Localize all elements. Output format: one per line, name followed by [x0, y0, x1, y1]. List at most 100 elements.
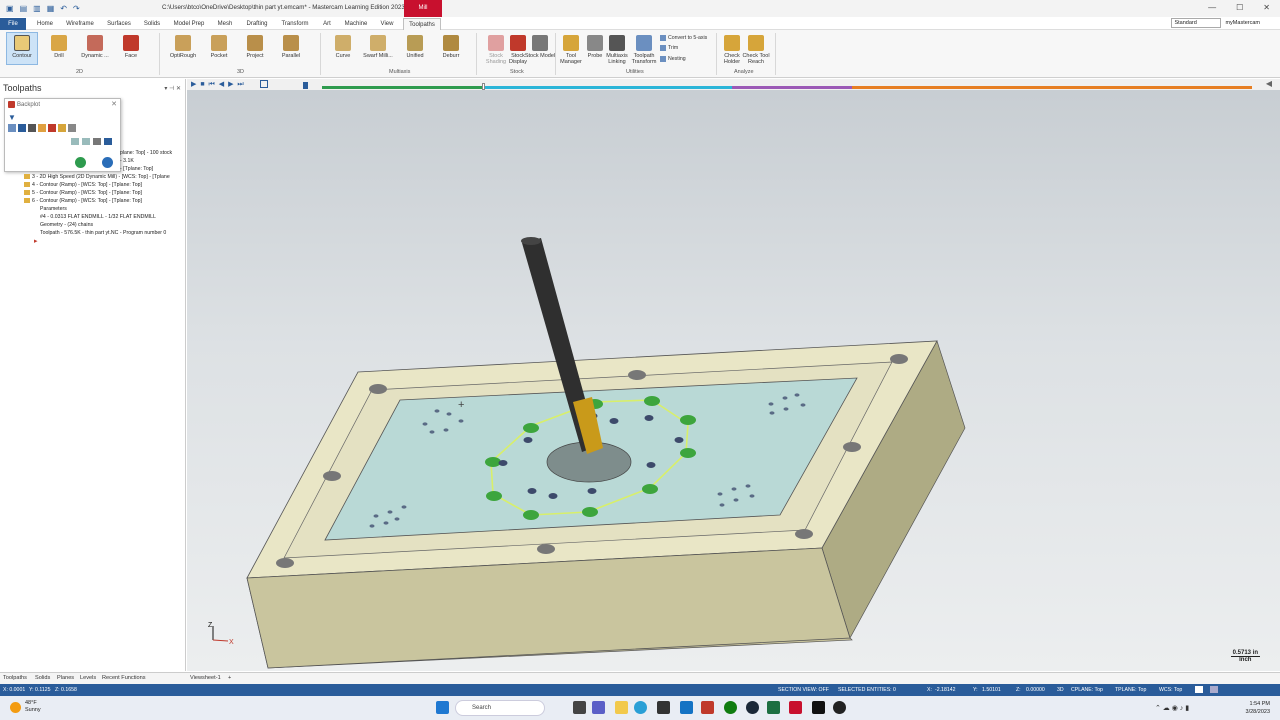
timeline-slider-handle[interactable]: [482, 83, 485, 90]
project-button[interactable]: Project: [239, 33, 271, 59]
timeline-op3[interactable]: [322, 86, 482, 89]
tab-model-prep[interactable]: Model Prep: [169, 18, 209, 30]
undo-icon[interactable]: ↶: [60, 4, 67, 13]
tab-file[interactable]: File: [0, 18, 26, 30]
windows-start-icon[interactable]: [436, 701, 449, 714]
chat-icon[interactable]: [592, 701, 605, 714]
tab-wireframe[interactable]: Wireframe: [62, 18, 98, 30]
tree-op-4[interactable]: 4 - Contour (Ramp) - [WCS: Top] - [Tplan…: [24, 182, 142, 188]
face-button[interactable]: Face: [115, 33, 147, 59]
tab-mesh[interactable]: Mesh: [212, 18, 238, 30]
toolpath-transform-button[interactable]: Toolpath Transform: [628, 33, 660, 65]
display-holder-icon[interactable]: [28, 124, 36, 132]
tree-geometry[interactable]: Geometry - (24) chains: [40, 222, 93, 228]
shield-app-icon[interactable]: [701, 701, 714, 714]
info-icon[interactable]: [68, 124, 76, 132]
display-rapid-icon[interactable]: [38, 124, 46, 132]
tree-op-3[interactable]: 3 - 2D High Speed (2D Dynamic Mill) - [W…: [24, 174, 170, 180]
system-clock[interactable]: 1:54 PM 3/28/2023: [1246, 700, 1270, 716]
store-icon[interactable]: [657, 701, 670, 714]
step-icon[interactable]: [260, 80, 268, 88]
unified-button[interactable]: Unified: [399, 33, 431, 59]
tplane-status[interactable]: TPLANE: Top: [1115, 687, 1146, 693]
trim-button[interactable]: Trim: [660, 45, 678, 51]
close-icon[interactable]: ✕: [1263, 3, 1270, 12]
mastercam-icon[interactable]: [789, 701, 802, 714]
optirough-button[interactable]: OptiRough: [167, 33, 199, 59]
tool-icon[interactable]: [58, 124, 66, 132]
pin-icon[interactable]: ▾ ⊣ ✕: [164, 85, 181, 92]
save-icon[interactable]: [104, 138, 112, 145]
edge-icon[interactable]: [634, 701, 647, 714]
wcs-status[interactable]: WCS: Top: [1159, 687, 1182, 693]
pocket-button[interactable]: Pocket: [203, 33, 235, 59]
maximize-icon[interactable]: ☐: [1236, 3, 1243, 12]
tab-recent-functions[interactable]: Recent Functions: [102, 675, 146, 681]
shading-icon[interactable]: [1210, 686, 1218, 693]
swarf-milling-button[interactable]: Swarf Milli...: [362, 33, 394, 59]
tab-view[interactable]: View: [374, 18, 400, 30]
add-viewsheet-icon[interactable]: +: [228, 675, 231, 681]
display-tool-icon[interactable]: [18, 124, 26, 132]
timeline-op4[interactable]: [482, 86, 732, 89]
timeline-start-marker[interactable]: [303, 82, 308, 89]
steam-icon[interactable]: [746, 701, 759, 714]
my-mastercam-link[interactable]: myMastercam: [1225, 20, 1260, 26]
check-tool-reach-button[interactable]: Check Tool Reach: [740, 33, 772, 65]
tree-op-6[interactable]: 6 - Contour (Ramp) - [WCS: Top] - [Tplan…: [24, 198, 142, 204]
ok-button[interactable]: [75, 157, 86, 168]
expand-arrow-icon[interactable]: ▼: [8, 113, 16, 122]
tab-transform[interactable]: Transform: [277, 18, 313, 30]
app-l-icon[interactable]: [680, 701, 693, 714]
options-icon[interactable]: [71, 138, 79, 145]
tab-solids[interactable]: Solids: [139, 18, 165, 30]
tab-planes-panel[interactable]: Planes: [57, 675, 74, 681]
minimize-icon[interactable]: —: [1208, 3, 1216, 12]
camera-icon[interactable]: [93, 138, 101, 145]
display-path-icon[interactable]: [8, 124, 16, 132]
xbox-icon[interactable]: [724, 701, 737, 714]
drill-button[interactable]: Drill: [43, 33, 75, 59]
graphics-viewport[interactable]: + Z X: [187, 79, 1280, 671]
save-as-icon[interactable]: ▥: [33, 4, 41, 13]
tree-tool[interactable]: #4 - 0.0313 FLAT ENDMILL - 1/32 FLAT END…: [40, 214, 156, 220]
tree-parameters[interactable]: Parameters: [40, 206, 67, 212]
stock-model-button[interactable]: Stock Model: [524, 33, 556, 59]
standard-select[interactable]: Standard: [1171, 18, 1222, 28]
playback-controls[interactable]: ▶ ■ ⏮ ◀ ▶ ⏭: [191, 80, 245, 89]
tab-home[interactable]: Home: [31, 18, 59, 30]
view-cube-icon[interactable]: [1195, 686, 1203, 693]
tree-toolpath[interactable]: Toolpath - 576.5K - thin part yt.NC - Pr…: [40, 230, 166, 236]
parallel-button[interactable]: Parallel: [275, 33, 307, 59]
timeline-op6[interactable]: [852, 86, 1252, 89]
open-icon[interactable]: ▤: [20, 4, 28, 13]
tab-toolpaths-panel[interactable]: Toolpaths: [3, 675, 27, 681]
tab-drafting[interactable]: Drafting: [241, 18, 273, 30]
filter-icon[interactable]: [82, 138, 90, 145]
tab-surfaces[interactable]: Surfaces: [102, 18, 136, 30]
tab-machine[interactable]: Machine: [341, 18, 371, 30]
section-view-status[interactable]: SECTION VIEW: OFF: [778, 687, 829, 693]
cplane-status[interactable]: CPLANE: Top: [1071, 687, 1103, 693]
mode-3d[interactable]: 3D: [1057, 687, 1064, 693]
nesting-button[interactable]: Nesting: [660, 56, 686, 62]
collapse-icon[interactable]: ◀: [1266, 79, 1272, 88]
curve-button[interactable]: Curve: [327, 33, 359, 59]
tab-levels-panel[interactable]: Levels: [80, 675, 96, 681]
tab-toolpaths[interactable]: Toolpaths: [403, 18, 441, 30]
contour-button[interactable]: Contour: [6, 32, 38, 65]
dynamic-button[interactable]: Dynamic ...: [79, 33, 111, 59]
deburr-button[interactable]: Deburr: [435, 33, 467, 59]
viewsheet-tab[interactable]: Viewsheet-1: [190, 675, 221, 681]
timeline-op5[interactable]: [732, 86, 852, 89]
taskbar-search[interactable]: Search: [455, 700, 545, 716]
help-button[interactable]: [102, 157, 113, 168]
weather-widget[interactable]: 48°F Sunny: [10, 700, 41, 714]
print-icon[interactable]: ▦: [47, 4, 55, 13]
tree-op-5[interactable]: 5 - Contour (Ramp) - [WCS: Top] - [Tplan…: [24, 190, 142, 196]
display-entity-icon[interactable]: [48, 124, 56, 132]
excel-icon[interactable]: [767, 701, 780, 714]
convert-5axis-button[interactable]: Convert to 5-axis: [660, 35, 707, 41]
close-icon[interactable]: ✕: [111, 100, 117, 108]
task-view-icon[interactable]: [573, 701, 586, 714]
